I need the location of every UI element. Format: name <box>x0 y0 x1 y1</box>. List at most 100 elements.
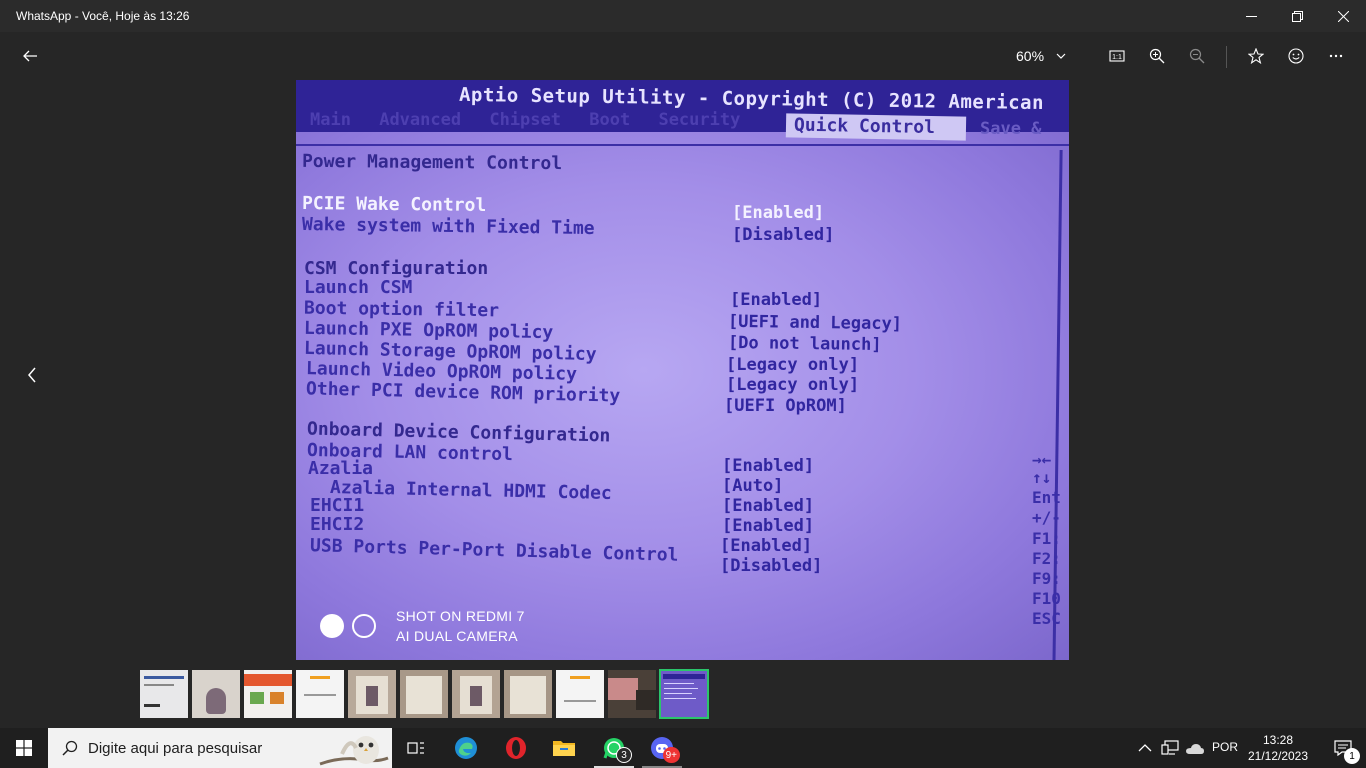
restore-button[interactable] <box>1274 0 1320 32</box>
bios-tab: Main <box>310 110 351 130</box>
filmstrip-thumbnail[interactable] <box>400 670 448 718</box>
toolbar-separator <box>1226 46 1227 68</box>
close-button[interactable] <box>1320 0 1366 32</box>
zoom-level: 60% <box>1016 48 1045 64</box>
edge-icon <box>455 737 477 759</box>
bios-help-key: Ent <box>1032 488 1061 507</box>
taskbar-search[interactable]: Digite aqui para pesquisar <box>48 728 392 768</box>
whatsapp-taskbar-button[interactable]: 3 <box>590 728 638 768</box>
bios-row-value: [Legacy only] <box>726 355 860 375</box>
close-icon <box>1337 10 1349 22</box>
zoom-out-icon <box>1189 48 1205 64</box>
bios-help-key: →← <box>1032 450 1052 469</box>
filmstrip-thumbnail[interactable] <box>556 670 604 718</box>
notification-count: 1 <box>1344 748 1360 764</box>
filmstrip-thumbnail[interactable] <box>140 670 188 718</box>
show-hidden-icons-button[interactable] <box>1138 728 1152 768</box>
zoom-dropdown[interactable]: 60% <box>1016 40 1066 72</box>
filmstrip-thumbnail[interactable] <box>244 670 292 718</box>
task-view-button[interactable] <box>392 728 440 768</box>
filmstrip-thumbnail[interactable] <box>348 670 396 718</box>
actual-size-button[interactable]: 1:1 <box>1101 40 1133 72</box>
owl-search-highlight-icon <box>319 736 389 766</box>
back-button[interactable] <box>14 40 46 72</box>
bios-tab: Security <box>658 110 741 130</box>
bios-help-key: F9: <box>1032 569 1061 588</box>
network-icon <box>1161 740 1179 755</box>
chevron-down-icon <box>1056 53 1066 59</box>
task-view-icon <box>407 742 424 754</box>
watermark-circle-icon <box>320 614 344 638</box>
bios-row-value: [Enabled] <box>722 516 815 536</box>
minimize-icon <box>1245 15 1257 17</box>
onedrive-button[interactable] <box>1185 728 1205 768</box>
bios-help-key: F2: <box>1032 549 1061 568</box>
bios-tab: Advanced <box>379 110 462 130</box>
discord-taskbar-button[interactable]: 9+ <box>638 728 686 768</box>
bios-row-label: USB Ports Per-Port Disable Control <box>309 535 679 566</box>
bios-row-value: [Enabled] <box>730 290 823 310</box>
photo-view[interactable]: Aptio Setup Utility - Copyright (C) 2012… <box>296 80 1069 660</box>
filmstrip-thumbnail[interactable] <box>608 670 656 718</box>
smiley-icon <box>1288 48 1304 64</box>
bios-row-label: Azalia <box>308 458 374 479</box>
previous-image-button[interactable] <box>20 362 44 388</box>
window-title: WhatsApp - Você, Hoje às 13:26 <box>16 9 190 23</box>
bios-tabs: Main Advanced Chipset Boot Security <box>310 110 758 130</box>
bios-help-key: F10 <box>1032 589 1061 608</box>
back-arrow-icon <box>23 50 37 62</box>
watermark-text: SHOT ON REDMI 7 AI DUAL CAMERA <box>396 608 525 644</box>
bios-row-label: EHCI1 <box>310 495 365 516</box>
favorite-button[interactable] <box>1240 40 1272 72</box>
start-button[interactable] <box>0 728 48 768</box>
clock-time: 13:28 <box>1262 733 1294 747</box>
filmstrip <box>140 669 709 719</box>
bios-row-label: Wake system with Fixed Time <box>301 213 595 240</box>
bios-row-label: EHCI2 <box>310 514 365 535</box>
discord-badge: 9+ <box>662 747 680 763</box>
title-bar: WhatsApp - Você, Hoje às 13:26 <box>0 0 1366 32</box>
more-options-button[interactable] <box>1320 40 1352 72</box>
clock[interactable]: 13:28 21/12/2023 <box>1244 732 1312 764</box>
taskbar: Digite aqui para pesquisar 3 9+ POR 13:2… <box>0 728 1366 768</box>
opera-taskbar-button[interactable] <box>492 728 540 768</box>
actual-size-icon: 1:1 <box>1109 50 1125 62</box>
bios-row-value: [Disabled] <box>732 225 835 245</box>
filmstrip-thumbnail-selected[interactable] <box>659 669 709 719</box>
star-icon <box>1248 48 1264 64</box>
search-icon <box>62 740 78 756</box>
action-center-button[interactable]: 1 <box>1320 728 1366 768</box>
bios-tab: Save & <box>980 119 1042 139</box>
viewer-toolbar: 60% 1:1 <box>0 32 1366 80</box>
folder-icon <box>553 741 575 756</box>
network-button[interactable] <box>1161 728 1179 768</box>
filmstrip-thumbnail[interactable] <box>296 670 344 718</box>
filmstrip-thumbnail[interactable] <box>192 670 240 718</box>
bios-help-key: ESC <box>1032 609 1061 628</box>
bios-row-value: [Enabled] <box>732 203 825 223</box>
bios-row-label: Azalia Internal HDMI Codec <box>329 477 612 504</box>
chevron-up-icon <box>1138 744 1152 752</box>
restore-icon <box>1291 10 1303 22</box>
filmstrip-thumbnail[interactable] <box>452 670 500 718</box>
feedback-button[interactable] <box>1280 40 1312 72</box>
bios-frame-line <box>296 144 1069 146</box>
bios-row-value: [UEFI and Legacy] <box>727 311 903 335</box>
bios-row-label: CSM Configuration <box>304 258 489 279</box>
minimize-button[interactable] <box>1228 0 1274 32</box>
file-explorer-taskbar-button[interactable] <box>540 728 588 768</box>
bios-help-key: +/- <box>1032 508 1061 527</box>
bios-tab: Boot <box>589 110 631 130</box>
zoom-out-button[interactable] <box>1181 40 1213 72</box>
bios-row-value: [Enabled] <box>720 536 813 556</box>
zoom-in-button[interactable] <box>1141 40 1173 72</box>
bios-row-value: [UEFI OpROM] <box>724 396 847 416</box>
whatsapp-badge: 3 <box>616 747 632 763</box>
camera-watermark: SHOT ON REDMI 7 AI DUAL CAMERA <box>320 606 525 646</box>
more-dots-icon <box>1329 54 1343 58</box>
bios-row-label: Launch CSM <box>304 277 413 298</box>
input-language[interactable]: POR <box>1212 740 1238 754</box>
edge-taskbar-button[interactable] <box>442 728 490 768</box>
filmstrip-thumbnail[interactable] <box>504 670 552 718</box>
bios-tab: Chipset <box>489 110 561 130</box>
